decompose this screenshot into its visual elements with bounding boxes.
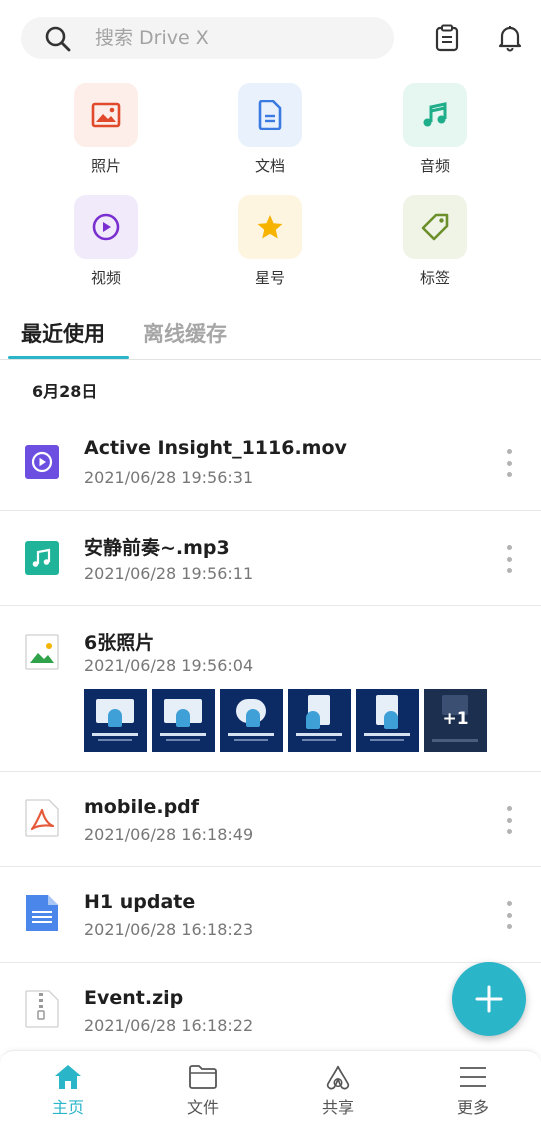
category-label: 音频 (419, 157, 450, 175)
category-tags[interactable]: 标签 (385, 195, 485, 288)
play-icon (74, 195, 138, 259)
active-tab-indicator (8, 356, 129, 359)
nav-label: 文件 (186, 1098, 219, 1117)
category-label: 照片 (90, 157, 121, 175)
photo-group-row[interactable]: 6张照片 2021/06/28 19:56:04 +1 (0, 606, 541, 772)
file-name: mobile.pdf (84, 796, 200, 818)
more-options-icon[interactable] (501, 804, 517, 836)
category-starred[interactable]: 星号 (220, 195, 320, 288)
pdf-file-icon (24, 799, 60, 837)
document-icon (238, 83, 302, 147)
bell-icon[interactable] (495, 22, 525, 54)
zip-file-icon (24, 990, 60, 1028)
file-name: 安静前奏~.mp3 (84, 537, 230, 559)
photo-thumbnail-more[interactable]: +1 (424, 689, 487, 752)
date-header: 6月28日 (32, 382, 98, 401)
music-icon (403, 83, 467, 147)
audio-file-icon (24, 540, 60, 576)
nav-home[interactable]: 主页 (28, 1063, 108, 1118)
tag-icon (403, 195, 467, 259)
category-audio[interactable]: 音频 (385, 83, 485, 176)
photo-thumbnail[interactable] (152, 689, 215, 752)
plus-icon (475, 985, 503, 1013)
file-date: 2021/06/28 19:56:11 (84, 564, 254, 583)
tab-bar: 最近使用 离线缓存 (0, 310, 541, 360)
file-name: Event.zip (84, 987, 184, 1009)
clipboard-icon[interactable] (432, 22, 462, 54)
more-options-icon[interactable] (501, 447, 517, 479)
file-row[interactable]: Active Insight_1116.mov 2021/06/28 19:56… (0, 415, 541, 511)
photo-icon (74, 83, 138, 147)
more-options-icon[interactable] (501, 543, 517, 575)
search-input[interactable] (95, 22, 375, 54)
category-label: 文档 (254, 157, 285, 175)
nav-label: 共享 (321, 1098, 354, 1117)
category-photos[interactable]: 照片 (56, 83, 156, 176)
file-date: 2021/06/28 16:18:49 (84, 825, 254, 844)
category-documents[interactable]: 文档 (220, 83, 320, 176)
star-icon (238, 195, 302, 259)
share-icon (323, 1063, 353, 1091)
home-icon (53, 1063, 83, 1091)
image-file-icon (24, 634, 60, 670)
nav-share[interactable]: 共享 (298, 1063, 378, 1118)
category-label: 星号 (254, 269, 285, 287)
file-name: H1 update (84, 891, 196, 913)
photo-thumbnail[interactable] (84, 689, 147, 752)
file-date: 2021/06/28 19:56:31 (84, 468, 254, 487)
file-date: 2021/06/28 19:56:04 (84, 656, 254, 675)
file-row[interactable]: H1 update 2021/06/28 16:18:23 (0, 867, 541, 963)
file-date: 2021/06/28 16:18:23 (84, 920, 254, 939)
menu-icon (458, 1063, 488, 1091)
nav-label: 更多 (456, 1098, 489, 1117)
nav-label: 主页 (51, 1098, 84, 1117)
search-bar[interactable] (21, 17, 394, 59)
file-date: 2021/06/28 16:18:22 (84, 1016, 254, 1035)
extra-photo-count: +1 (442, 709, 469, 729)
photo-thumbnail[interactable] (288, 689, 351, 752)
search-icon (44, 25, 72, 53)
doc-file-icon (24, 895, 60, 931)
nav-files[interactable]: 文件 (163, 1063, 243, 1118)
add-button[interactable] (452, 962, 526, 1036)
bottom-nav: 主页 文件 共享 更多 (0, 1050, 541, 1125)
photo-thumbnails: +1 (84, 689, 487, 753)
top-bar (0, 0, 541, 78)
file-name: Active Insight_1116.mov (84, 437, 347, 459)
nav-more[interactable]: 更多 (433, 1063, 513, 1118)
more-options-icon[interactable] (501, 899, 517, 931)
file-name: 6张照片 (84, 632, 155, 654)
photo-thumbnail[interactable] (356, 689, 419, 752)
folder-icon (188, 1063, 218, 1091)
file-row[interactable]: mobile.pdf 2021/06/28 16:18:49 (0, 772, 541, 867)
video-file-icon (24, 444, 60, 480)
category-label: 视频 (90, 269, 121, 287)
category-videos[interactable]: 视频 (56, 195, 156, 288)
file-row[interactable]: 安静前奏~.mp3 2021/06/28 19:56:11 (0, 511, 541, 606)
photo-thumbnail[interactable] (220, 689, 283, 752)
tab-offline[interactable]: 离线缓存 (143, 318, 227, 348)
tab-recent[interactable]: 最近使用 (21, 318, 105, 348)
category-label: 标签 (419, 269, 450, 287)
